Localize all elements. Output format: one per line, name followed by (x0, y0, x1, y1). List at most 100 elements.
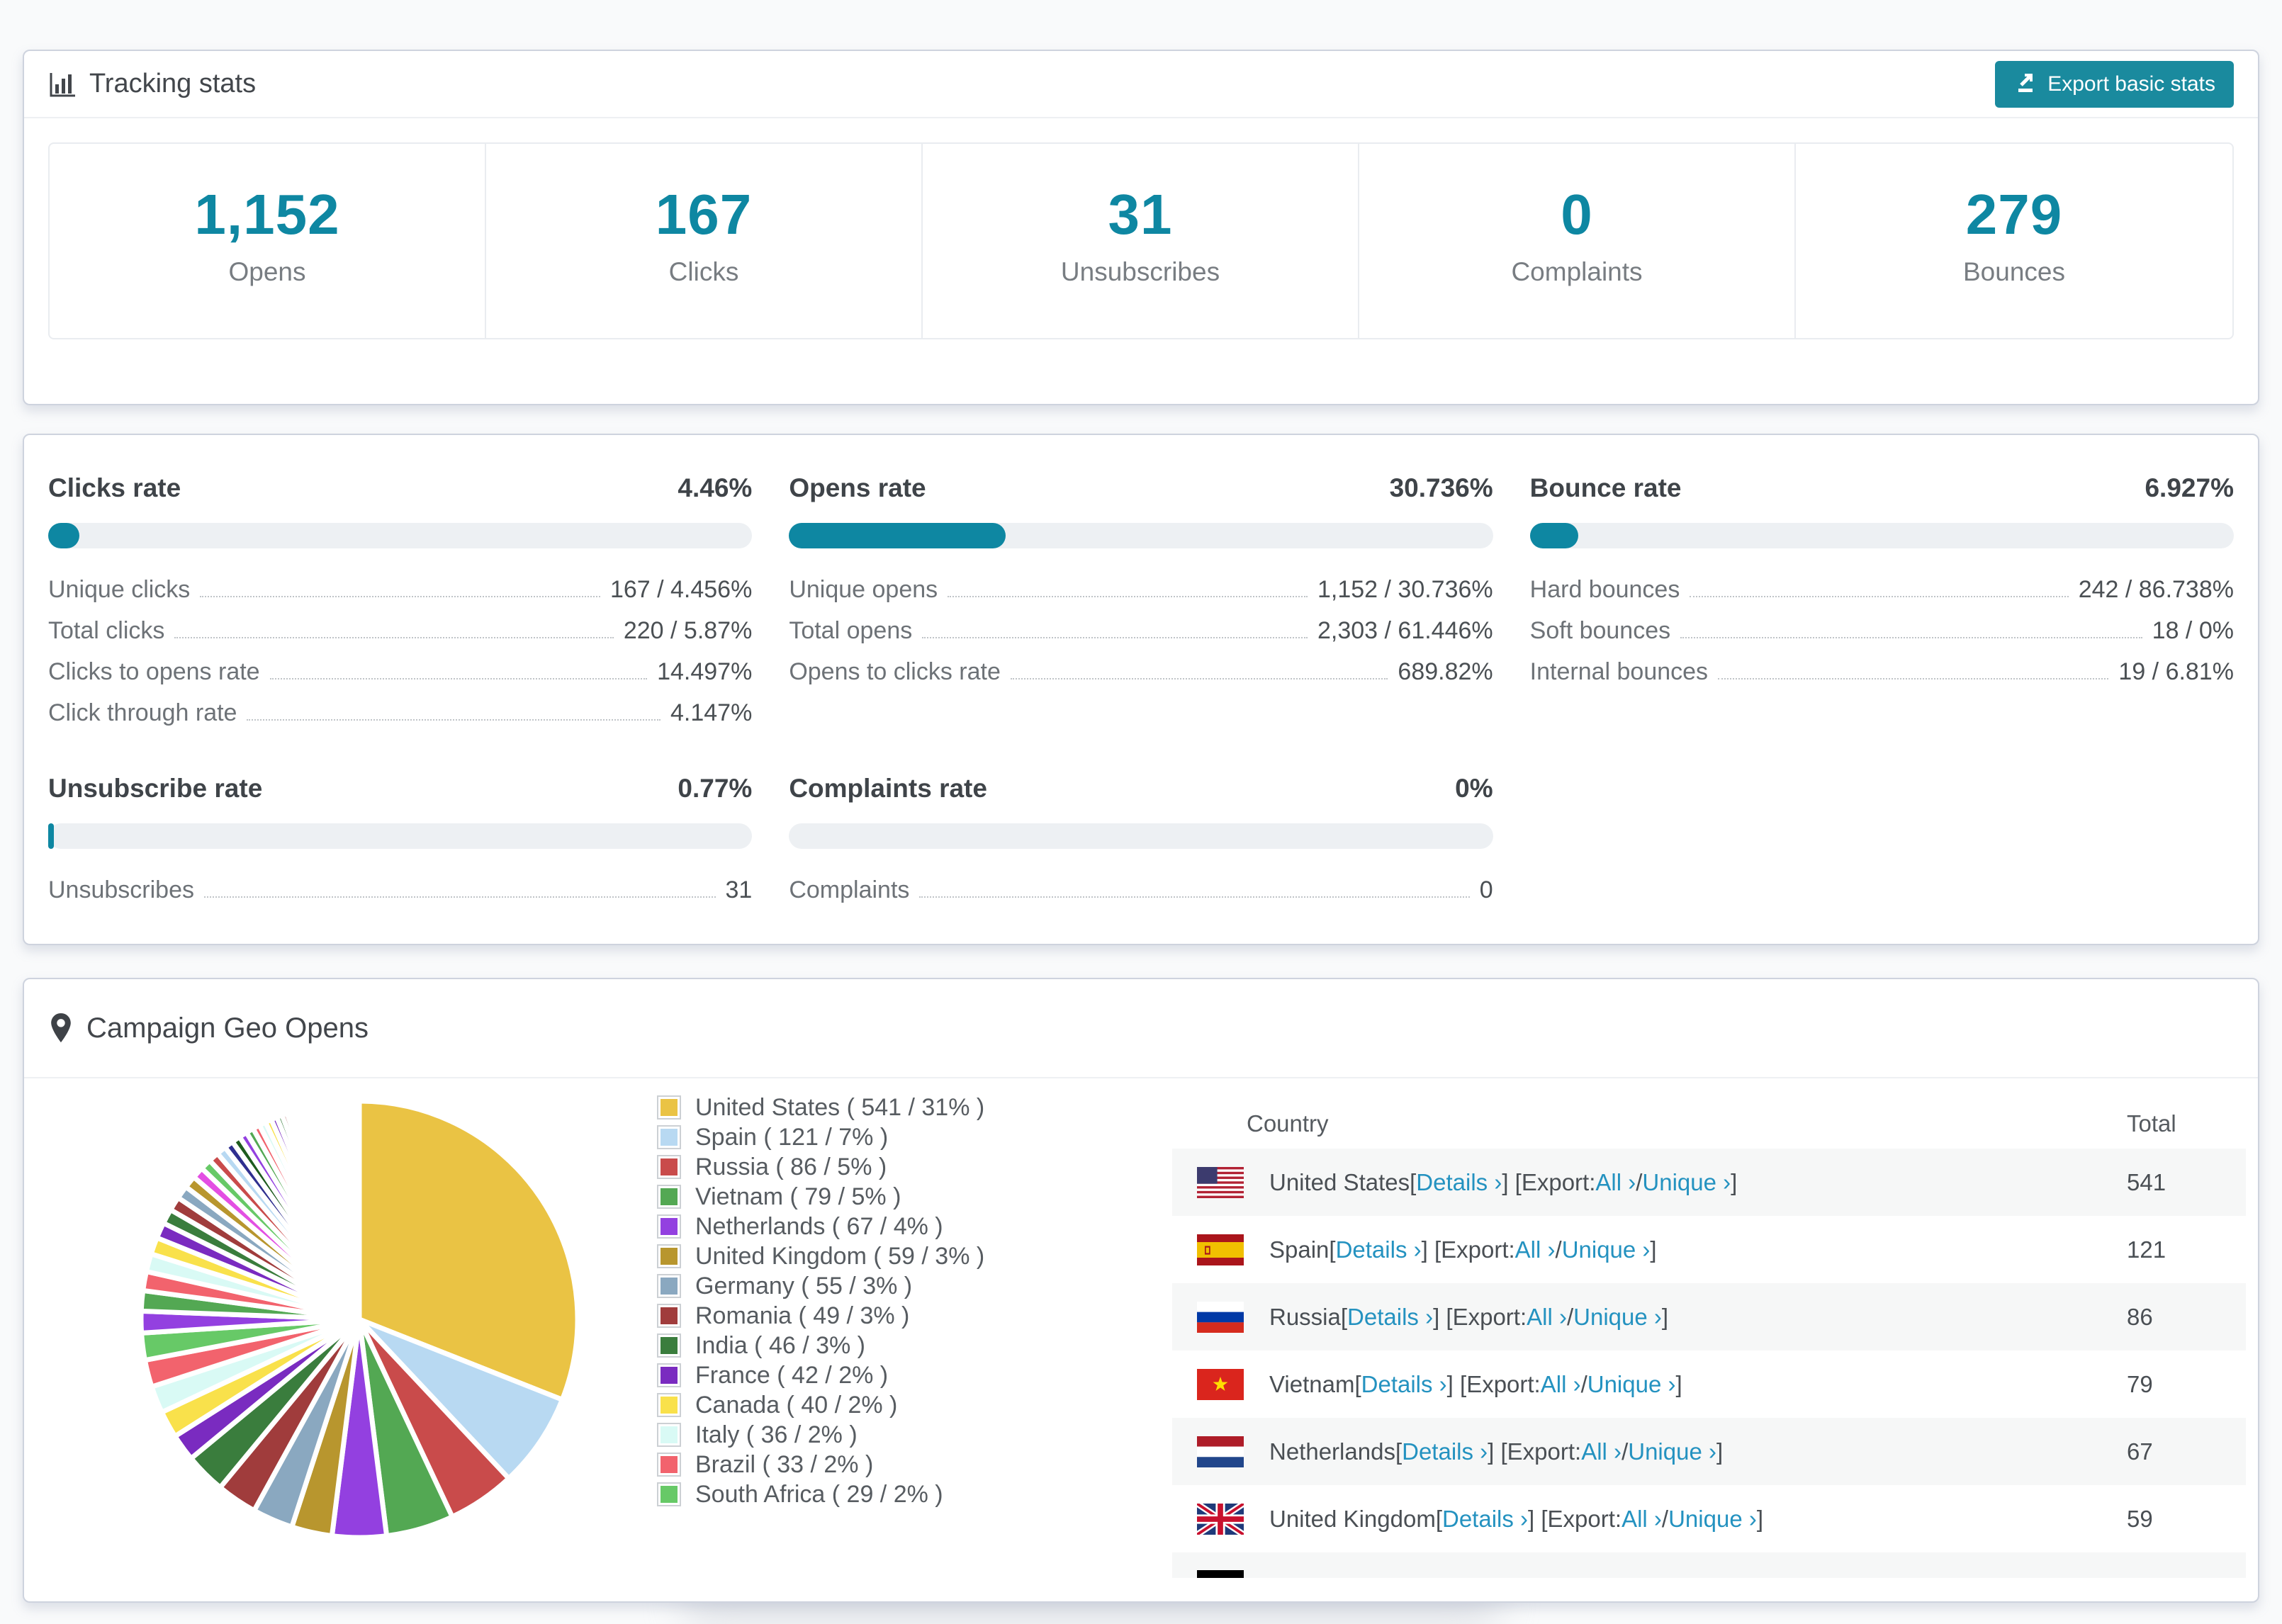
export-unique-link[interactable]: Unique › (1573, 1304, 1662, 1331)
legend-swatch (657, 1274, 681, 1298)
bracket: [ (1410, 1168, 1417, 1195)
details-link[interactable]: Details › (1361, 1371, 1447, 1398)
rate-detail-value: 19 / 6.81% (2118, 658, 2234, 685)
export-unique-link[interactable]: Unique › (1587, 1371, 1676, 1398)
geo-title: Campaign Geo Opens (48, 1012, 369, 1044)
legend-item-germany[interactable]: Germany ( 55 / 3% ) (657, 1271, 984, 1301)
export-unique-link[interactable]: Unique › (1562, 1236, 1651, 1263)
geo-table-row: Netherlands [Details ›] [Export: All › /… (1172, 1418, 2246, 1485)
legend-item-south-africa[interactable]: South Africa ( 29 / 2% ) (657, 1479, 984, 1509)
legend-swatch (657, 1214, 681, 1239)
bracket: ] [ (1421, 1236, 1441, 1263)
rate-detail-label: Click through rate (48, 699, 237, 726)
rate-detail-label: Complaints (789, 876, 910, 903)
rate-rows: Unsubscribes 31 (48, 863, 752, 904)
rate-detail-row: Unsubscribes 31 (48, 863, 752, 904)
rate-detail-row: Opens to clicks rate 689.82% (789, 645, 1493, 686)
bracket: [ (1354, 1370, 1361, 1397)
tracking-stats-page: Tracking stats Export basic stats 1,152 O… (0, 0, 2282, 1624)
geo-body: United States ( 541 / 31% ) Spain ( 121 /… (24, 1078, 2258, 1601)
legend-item-france[interactable]: France ( 42 / 2% ) (657, 1360, 984, 1390)
legend-label: France ( 42 / 2% ) (695, 1361, 889, 1389)
rate-detail-row: Total clicks 220 / 5.87% (48, 604, 752, 645)
summary-cell-opens: 1,152 Opens (50, 144, 486, 338)
bracket: ] (1675, 1370, 1682, 1397)
details-link[interactable]: Details › (1442, 1506, 1528, 1533)
export-all-link[interactable]: All › (1515, 1236, 1556, 1263)
dotted-leader (948, 596, 1308, 597)
dotted-leader (1010, 678, 1388, 680)
dotted-leader (174, 637, 614, 638)
legend-item-vietnam[interactable]: Vietnam ( 79 / 5% ) (657, 1182, 984, 1212)
bracket: [ (1329, 1236, 1336, 1263)
geo-table-row: United Kingdom [Details ›] [Export: All … (1172, 1485, 2246, 1552)
rate-detail-label: Total opens (789, 617, 913, 644)
bracket: ] (1716, 1438, 1724, 1465)
bracket: ] (1756, 1505, 1763, 1532)
country-name: Netherlands (1269, 1438, 1395, 1465)
bracket: [ (1395, 1438, 1403, 1465)
rate-detail-row: Unique opens 1,152 / 30.736% (789, 563, 1493, 604)
legend-swatch (657, 1423, 681, 1447)
rate-block-0: Clicks rate 4.46% Unique clicks 167 / 4.456… (48, 473, 753, 727)
export-all-link[interactable]: All › (1527, 1304, 1567, 1331)
legend-item-brazil[interactable]: Brazil ( 33 / 2% ) (657, 1450, 984, 1479)
country-name: Vietnam (1269, 1370, 1355, 1397)
details-link[interactable]: Details › (1402, 1438, 1488, 1465)
geo-table-cell-total: 86 (2127, 1303, 2153, 1330)
geo-table-cell-country: Russia [Details ›] [Export: All › / Uniq… (1172, 1301, 2104, 1333)
legend-item-india[interactable]: India ( 46 / 3% ) (657, 1331, 984, 1360)
export-basic-stats-button[interactable]: Export basic stats (1995, 60, 2234, 108)
export-unique-link[interactable]: Unique › (1642, 1169, 1731, 1196)
export-unique-link[interactable]: Unique › (1668, 1506, 1757, 1533)
legend-item-russia[interactable]: Russia ( 86 / 5% ) (657, 1152, 984, 1182)
details-link[interactable]: Details › (1347, 1304, 1433, 1331)
legend-swatch (657, 1393, 681, 1417)
pie-legend: United States ( 541 / 31% ) Spain ( 121 /… (657, 1093, 984, 1509)
geo-table-cell-total: 79 (2127, 1370, 2153, 1397)
legend-item-canada[interactable]: Canada ( 40 / 2% ) (657, 1390, 984, 1420)
legend-item-united-kingdom[interactable]: United Kingdom ( 59 / 3% ) (657, 1241, 984, 1271)
country-name: United States (1269, 1168, 1410, 1195)
rate-detail-value: 14.497% (657, 658, 753, 685)
rate-detail-label: Unique opens (789, 576, 938, 603)
legend-label: Vietnam ( 79 / 5% ) (695, 1183, 901, 1210)
legend-item-netherlands[interactable]: Netherlands ( 67 / 4% ) (657, 1212, 984, 1241)
export-all-link[interactable]: All › (1581, 1438, 1621, 1465)
legend-item-spain[interactable]: Spain ( 121 / 7% ) (657, 1122, 984, 1152)
export-unique-link[interactable]: Unique › (1628, 1438, 1716, 1465)
rate-detail-value: 689.82% (1398, 658, 1493, 685)
geo-table-cell-country: Netherlands [Details ›] [Export: All › /… (1172, 1436, 2104, 1467)
export-all-link[interactable]: All › (1595, 1169, 1636, 1196)
rate-detail-label: Hard bounces (1529, 576, 1680, 603)
rate-detail-value: 2,303 / 61.446% (1317, 617, 1493, 644)
rate-detail-value: 31 (725, 876, 753, 903)
slash: / (1636, 1168, 1643, 1195)
country-flag-gb (1197, 1503, 1244, 1535)
legend-item-united-states[interactable]: United States ( 541 / 31% ) (657, 1093, 984, 1122)
rate-detail-row: Complaints 0 (789, 863, 1493, 904)
map-pin-icon (48, 1012, 74, 1044)
rate-detail-row: Hard bounces 242 / 86.738% (1530, 563, 2234, 604)
geo-table-cell-country: Vietnam [Details ›] [Export: All › / Uni… (1172, 1368, 2104, 1400)
export-all-link[interactable]: All › (1541, 1371, 1581, 1398)
export-all-link[interactable]: All › (1621, 1506, 1662, 1533)
rate-detail-label: Total clicks (48, 617, 165, 644)
details-link[interactable]: Details › (1336, 1236, 1422, 1263)
export-prefix: Export: (1466, 1370, 1541, 1397)
geo-table-cell-country (1172, 1552, 2104, 1578)
rate-block-2: Bounce rate 6.927% Hard bounces 242 / 86.73… (1529, 473, 2234, 727)
page-title: Tracking stats (48, 69, 256, 99)
legend-item-italy[interactable]: Italy ( 36 / 2% ) (657, 1420, 984, 1450)
rate-rows: Unique clicks 167 / 4.456% Total clicks 220… (48, 563, 752, 727)
rate-progress-fill (48, 523, 80, 548)
rate-detail-value: 4.147% (670, 699, 753, 726)
export-prefix: Export: (1507, 1438, 1582, 1465)
rate-progress-bar (48, 523, 753, 548)
rate-title: Clicks rate (48, 473, 181, 502)
legend-label: Spain ( 121 / 7% ) (695, 1123, 889, 1151)
rate-detail-label: Unsubscribes (48, 876, 194, 903)
geo-table-cell-country: Spain [Details ›] [Export: All › / Uniqu… (1172, 1234, 2104, 1265)
details-link[interactable]: Details › (1416, 1169, 1502, 1196)
legend-item-romania[interactable]: Romania ( 49 / 3% ) (657, 1301, 984, 1331)
